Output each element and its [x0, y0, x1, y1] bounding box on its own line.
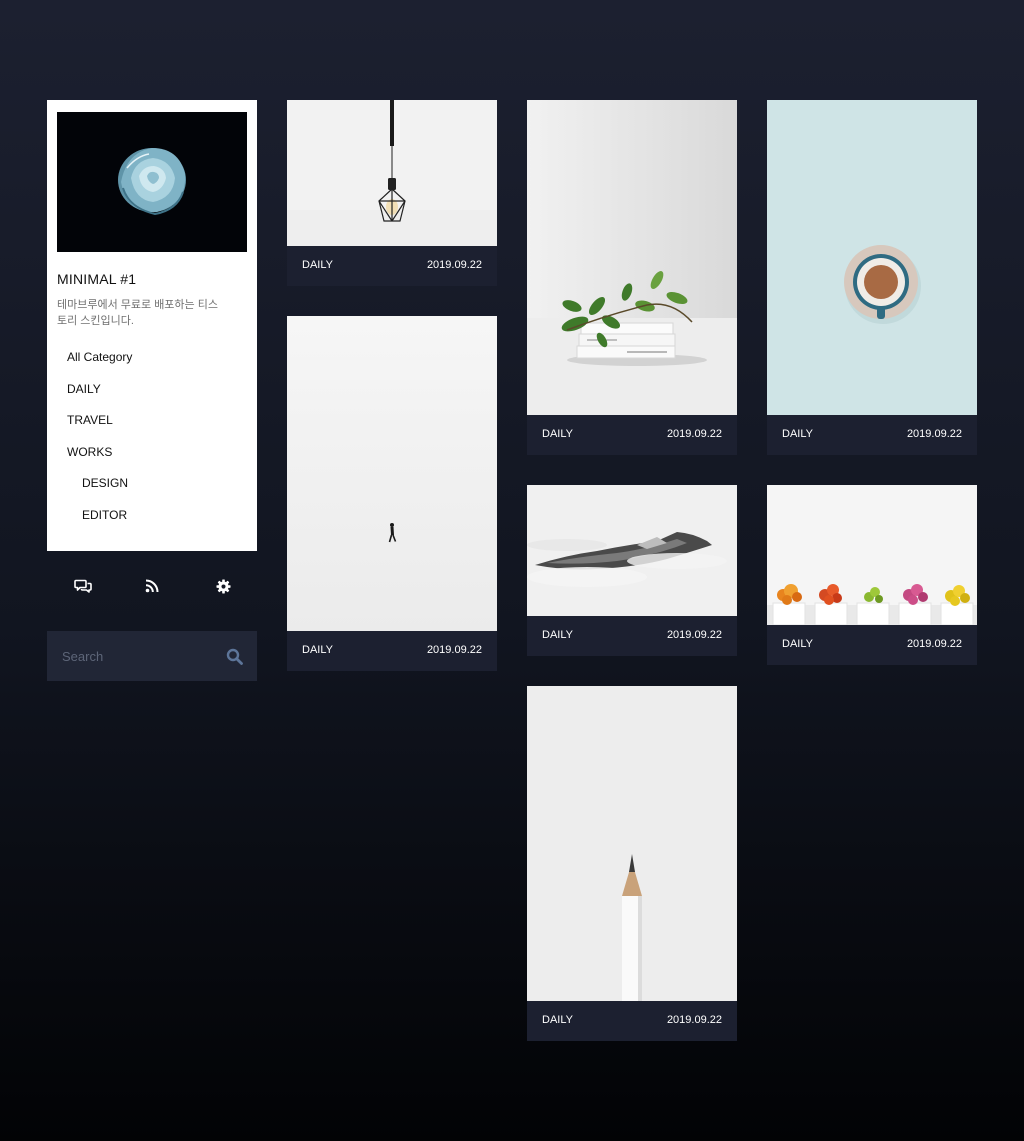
category-list: All Category DAILY TRAVEL WORKS DESIGN E…	[47, 349, 257, 538]
post-card[interactable]: DAILY 2019.09.22	[527, 100, 737, 455]
post-thumbnail[interactable]	[287, 316, 497, 631]
profile-image[interactable]	[57, 112, 247, 252]
sidebar-icon-row	[47, 576, 257, 596]
category-item-all[interactable]: All Category	[47, 349, 257, 381]
flower-pots-image	[767, 485, 977, 625]
category-item-daily[interactable]: DAILY	[47, 381, 257, 413]
post-card[interactable]: DAILY 2019.09.22	[287, 316, 497, 671]
post-category[interactable]: DAILY	[542, 1014, 573, 1026]
post-category[interactable]: DAILY	[302, 259, 333, 271]
coffee-cup-image	[767, 100, 977, 415]
post-meta: DAILY 2019.09.22	[527, 616, 737, 656]
white-pencil-image	[527, 686, 737, 1001]
post-date: 2019.09.22	[426, 644, 482, 656]
hanging-bulb-image	[287, 100, 497, 246]
post-meta: DAILY 2019.09.22	[767, 415, 977, 455]
post-card[interactable]: DAILY 2019.09.22	[527, 686, 737, 1041]
books-with-plant-image	[527, 100, 737, 415]
post-thumbnail[interactable]	[527, 686, 737, 1001]
person-walking-snow-image	[287, 316, 497, 631]
category-item-design[interactable]: DESIGN	[47, 475, 257, 507]
post-meta: DAILY 2019.09.22	[527, 1001, 737, 1041]
post-thumbnail[interactable]	[767, 100, 977, 415]
post-meta: DAILY 2019.09.22	[767, 625, 977, 665]
search-box	[47, 631, 257, 681]
post-date: 2019.09.22	[426, 259, 482, 271]
post-category[interactable]: DAILY	[542, 428, 573, 440]
search-icon[interactable]	[226, 648, 243, 665]
post-date: 2019.09.22	[906, 638, 962, 650]
blog-description: 테마브루에서 무료로 배포하는 티스토리 스킨입니다.	[57, 299, 218, 327]
post-date: 2019.09.22	[666, 428, 722, 440]
post-thumbnail[interactable]	[287, 100, 497, 246]
post-meta: DAILY 2019.09.22	[527, 415, 737, 455]
post-card[interactable]: DAILY 2019.09.22	[767, 100, 977, 455]
search-input[interactable]	[47, 631, 217, 681]
misty-mountain-image	[527, 485, 737, 616]
post-date: 2019.09.22	[666, 629, 722, 641]
post-thumbnail[interactable]	[767, 485, 977, 625]
post-card[interactable]: DAILY 2019.09.22	[287, 100, 497, 286]
post-card[interactable]: DAILY 2019.09.22	[527, 485, 737, 656]
post-thumbnail[interactable]	[527, 485, 737, 616]
blue-rose-image	[57, 112, 247, 252]
post-category[interactable]: DAILY	[782, 428, 813, 440]
post-card[interactable]: DAILY 2019.09.22	[767, 485, 977, 665]
post-category[interactable]: DAILY	[542, 629, 573, 641]
profile-card: MINIMAL #1 테마브루에서 무료로 배포하는 티스토리 스킨입니다. A…	[47, 100, 257, 551]
category-item-travel[interactable]: TRAVEL	[47, 412, 257, 444]
post-date: 2019.09.22	[666, 1014, 722, 1026]
settings-icon[interactable]	[213, 576, 233, 596]
guestbook-icon[interactable]	[73, 576, 93, 596]
category-item-editor[interactable]: EDITOR	[47, 507, 257, 539]
rss-icon[interactable]	[142, 576, 162, 596]
post-meta: DAILY 2019.09.22	[287, 246, 497, 286]
category-item-works[interactable]: WORKS	[47, 444, 257, 476]
blog-title[interactable]: MINIMAL #1	[57, 271, 136, 287]
post-date: 2019.09.22	[906, 428, 962, 440]
post-thumbnail[interactable]	[527, 100, 737, 415]
post-category[interactable]: DAILY	[302, 644, 333, 656]
post-meta: DAILY 2019.09.22	[287, 631, 497, 671]
post-category[interactable]: DAILY	[782, 638, 813, 650]
